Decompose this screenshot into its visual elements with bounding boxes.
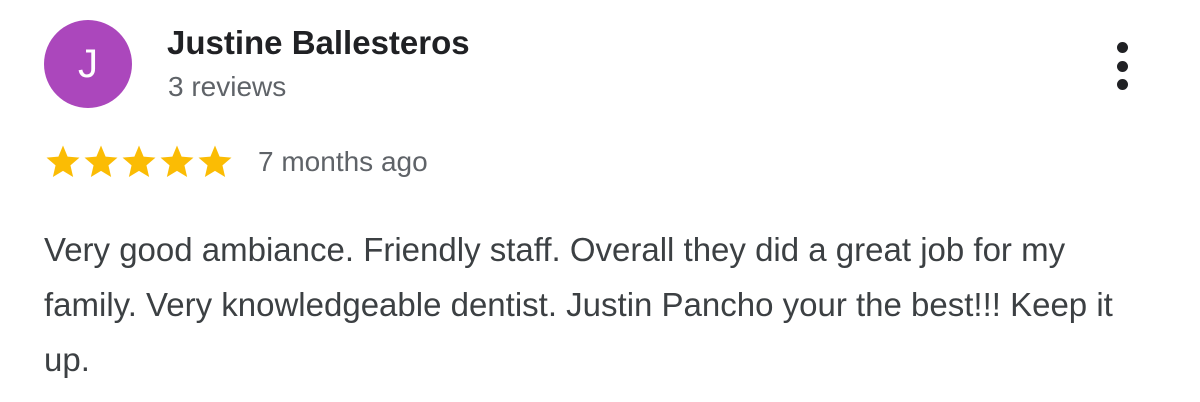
more-options-button[interactable] — [1104, 38, 1140, 94]
star-icon — [84, 145, 118, 178]
star-icon — [160, 145, 194, 178]
star-icon — [122, 145, 156, 178]
more-vert-icon — [1116, 60, 1128, 72]
more-vert-icon — [1116, 79, 1128, 90]
more-vert-icon — [1116, 42, 1128, 53]
rating-row: 7 months ago — [44, 142, 428, 182]
review-text: Very good ambiance. Friendly staff. Over… — [44, 231, 1113, 378]
star-rating — [44, 143, 234, 181]
review-time: 7 months ago — [258, 146, 428, 177]
review-count: 3 reviews — [168, 71, 287, 102]
star-icon — [198, 145, 232, 178]
reviewer-name[interactable]: Justine Ballesteros — [167, 24, 470, 62]
star-icon — [46, 145, 80, 178]
avatar[interactable]: J — [44, 20, 132, 108]
